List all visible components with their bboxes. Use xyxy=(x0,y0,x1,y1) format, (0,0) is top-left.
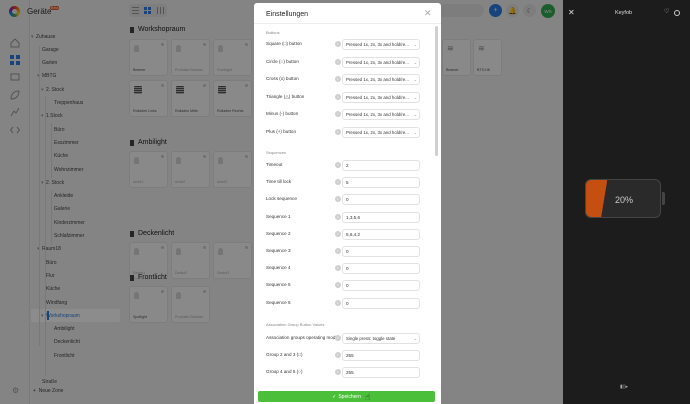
setting-label: Sequence 4 xyxy=(266,265,291,271)
setting-input[interactable]: 2 xyxy=(342,160,420,171)
setting-input[interactable]: 0 xyxy=(342,246,420,257)
setting-input[interactable]: 0 xyxy=(342,297,420,309)
save-button[interactable]: ✓ Speichern xyxy=(258,391,435,402)
info-icon[interactable]: i xyxy=(335,179,341,186)
setting-label: Sequence 3 xyxy=(266,248,291,253)
device-detail-panel: ✕ Keyfob ♡ 20% ▮▯▸ xyxy=(563,0,690,404)
setting-label: Triangle (△) button xyxy=(266,93,305,99)
setting-select[interactable]: Pressed 1x, 2x, 3x and hold/re... ⌄ xyxy=(342,91,420,103)
setting-select[interactable]: Pressed 1x, 2x, 3x and hold/re... ⌄ xyxy=(342,56,420,68)
setting-select[interactable]: Pressed 1x, 2x, 3x and hold/re... ⌄ xyxy=(342,126,420,138)
status-ring-icon[interactable] xyxy=(674,10,680,16)
close-icon[interactable]: ✕ xyxy=(424,8,432,19)
setting-label: Association groups operating mode xyxy=(266,335,339,340)
setting-label: Minus (-) button xyxy=(266,111,299,116)
setting-value: 5,6,4,2 xyxy=(346,231,361,237)
info-icon[interactable]: i xyxy=(335,76,341,82)
setting-value: Pressed 1x, 2x, 3x and hold/re... xyxy=(346,129,409,135)
info-icon[interactable]: i xyxy=(335,282,341,289)
setting-label: Circle (○) button xyxy=(266,58,299,64)
setting-input[interactable]: 0 xyxy=(342,280,420,292)
dialog-title: Einstellungen xyxy=(266,11,309,18)
setting-label: Sequence 6 xyxy=(266,299,291,305)
battery-gauge: 20% xyxy=(585,179,661,218)
chevron-down-icon: ⌄ xyxy=(413,59,417,65)
group-label-sequences: Sequences xyxy=(266,150,287,155)
favorite-icon[interactable]: ♡ xyxy=(664,8,669,15)
setting-value: 5 xyxy=(346,180,349,186)
setting-value: 0 xyxy=(346,266,349,272)
group-label-buttons: Buttons xyxy=(266,30,280,35)
setting-input[interactable]: 5,6,4,2 xyxy=(342,228,420,240)
setting-value: 0 xyxy=(346,249,349,254)
setting-label: Cross (x) button xyxy=(266,76,299,81)
setting-value: Pressed 1x, 2x, 3x and hold/re... xyxy=(346,59,409,65)
chevron-down-icon: ⌄ xyxy=(413,94,417,100)
setting-value: Pressed 1x, 2x, 3x and hold/re... xyxy=(346,42,409,47)
setting-value: 255 xyxy=(346,370,354,376)
info-icon[interactable]: i xyxy=(335,213,341,220)
setting-input[interactable]: 255 xyxy=(342,367,420,379)
info-icon[interactable]: i xyxy=(335,230,341,237)
setting-input[interactable]: 0 xyxy=(342,263,420,275)
setting-label: Sequence 5 xyxy=(266,282,291,288)
setting-select[interactable]: Pressed 1x, 2x, 3x and hold/re... ⌄ xyxy=(342,39,420,50)
info-icon[interactable]: i xyxy=(335,111,341,117)
setting-input[interactable]: 5 xyxy=(342,177,420,189)
setting-value: 0 xyxy=(346,283,349,289)
setting-input[interactable]: 0 xyxy=(342,194,420,206)
setting-input[interactable]: 1,3,5,6 xyxy=(342,211,420,223)
check-icon: ✓ xyxy=(332,393,337,400)
info-icon[interactable]: i xyxy=(335,299,341,306)
setting-select[interactable]: Pressed 1x, 2x, 3x and hold/re... ⌄ xyxy=(342,109,420,120)
setting-select[interactable]: Pressed 1x, 2x, 3x and hold/re... ⌄ xyxy=(342,74,420,85)
setting-label: Time till lock xyxy=(266,179,292,185)
info-icon[interactable]: i xyxy=(335,93,341,100)
info-icon[interactable]: i xyxy=(335,369,341,376)
setting-label: Sequence 1 xyxy=(266,213,291,219)
setting-label: Group 2 and 3 (□) xyxy=(266,352,303,358)
setting-value: Single press: toggle state xyxy=(346,336,396,341)
setting-value: Pressed 1x, 2x, 3x and hold/re... xyxy=(346,94,409,100)
info-icon[interactable]: i xyxy=(335,58,341,65)
setting-select[interactable]: Single press: toggle state ⌄ xyxy=(342,333,420,344)
setting-label: Group 4 and 5 (○) xyxy=(266,369,303,375)
info-icon[interactable]: i xyxy=(335,196,341,203)
setting-value: 2 xyxy=(346,163,349,168)
chevron-down-icon: ⌄ xyxy=(413,112,417,117)
setting-label: Square (□) button xyxy=(266,41,302,46)
info-icon[interactable]: i xyxy=(335,265,341,272)
setting-value: Pressed 1x, 2x, 3x and hold/re... xyxy=(346,112,409,117)
settings-dialog: Einstellungen ✕ Buttons Sequences Associ… xyxy=(254,3,441,404)
battery-percent: 20% xyxy=(614,194,633,205)
battery-tip xyxy=(662,192,665,205)
info-icon[interactable]: i xyxy=(335,248,341,254)
chevron-down-icon: ⌄ xyxy=(413,42,417,47)
info-icon[interactable]: i xyxy=(335,162,341,168)
setting-value: 255 xyxy=(346,353,354,359)
info-icon[interactable]: i xyxy=(335,352,341,359)
info-icon[interactable]: i xyxy=(335,335,341,341)
chevron-down-icon: ⌄ xyxy=(413,77,417,82)
setting-value: 0 xyxy=(346,197,349,203)
setting-label: Timeout xyxy=(266,162,283,167)
info-icon[interactable]: i xyxy=(335,128,341,135)
mouse-cursor-icon: ☝ xyxy=(365,392,371,402)
scrollbar[interactable] xyxy=(435,26,438,156)
setting-label: Sequence 2 xyxy=(266,230,291,236)
setting-label: Lock sequence xyxy=(266,196,297,202)
setting-input[interactable]: 255 xyxy=(342,350,420,362)
save-button-label: Speichern xyxy=(338,393,361,400)
setting-label: Plus (+) button xyxy=(266,128,297,134)
divider xyxy=(254,23,441,24)
setting-value: 1,3,5,6 xyxy=(346,214,361,220)
setting-value: 0 xyxy=(346,300,349,306)
setting-value: Pressed 1x, 2x, 3x and hold/re... xyxy=(346,77,409,82)
info-icon[interactable]: i xyxy=(335,41,341,47)
chevron-down-icon: ⌄ xyxy=(413,336,417,341)
battery-icon: ▮▯▸ xyxy=(620,384,629,390)
group-label-association: Association Group Button Values xyxy=(266,322,325,327)
chevron-down-icon: ⌄ xyxy=(413,129,417,135)
